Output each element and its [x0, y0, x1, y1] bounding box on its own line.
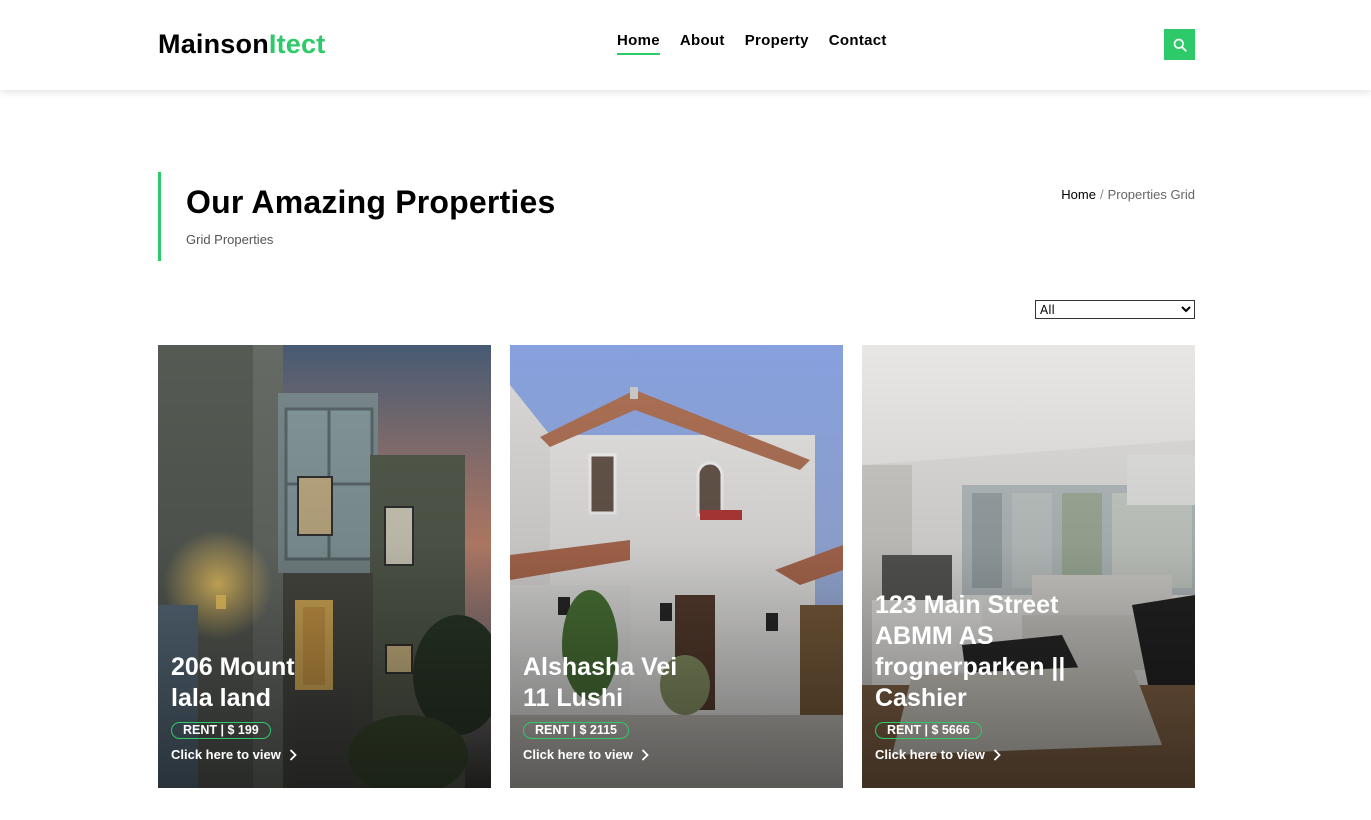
property-title[interactable]: 206 Mount lala land — [171, 652, 478, 714]
nav-about[interactable]: About — [680, 32, 725, 55]
page-title: Our Amazing Properties — [186, 184, 556, 220]
chevron-right-icon — [993, 748, 1001, 761]
property-title-line: 206 Mount — [171, 653, 295, 681]
breadcrumb-home[interactable]: Home — [1061, 187, 1096, 202]
view-link[interactable]: Click here to view — [523, 747, 830, 762]
page-subtitle: Grid Properties — [186, 232, 274, 247]
price-badge: RENT | $ 199 — [171, 722, 271, 739]
view-link-label: Click here to view — [171, 747, 281, 762]
property-title-line: frognerparken || — [875, 653, 1066, 681]
breadcrumb-separator: / — [1099, 187, 1104, 202]
page-intro: Our Amazing Properties Grid Properties — [158, 172, 556, 261]
search-button[interactable] — [1164, 29, 1195, 60]
chevron-right-icon — [289, 748, 297, 761]
property-title-line: ABMM AS — [875, 622, 994, 650]
brand-name-part2: Itect — [268, 29, 326, 59]
breadcrumb: Home / Properties Grid — [1061, 187, 1195, 202]
chevron-right-icon — [641, 748, 649, 761]
property-title-line: 11 Lushi — [523, 684, 624, 712]
search-icon — [1173, 38, 1187, 52]
breadcrumb-current: Properties Grid — [1107, 187, 1195, 202]
brand-name-part1: Mainson — [158, 29, 269, 59]
view-link-label: Click here to view — [875, 747, 985, 762]
view-link-label: Click here to view — [523, 747, 633, 762]
property-title-line: 123 Main Street — [875, 591, 1059, 619]
price-badge: RENT | $ 2115 — [523, 722, 630, 739]
property-title-line: Cashier — [875, 684, 967, 712]
card-info: Alshasha Vei 11 Lushi RENT | $ 2115 Clic… — [523, 652, 830, 762]
property-card[interactable]: 206 Mount lala land RENT | $ 199 Click h… — [158, 345, 491, 788]
price-badge: RENT | $ 5666 — [875, 722, 982, 739]
property-card[interactable]: Alshasha Vei 11 Lushi RENT | $ 2115 Clic… — [510, 345, 843, 788]
nav-contact[interactable]: Contact — [829, 32, 887, 55]
nav-property[interactable]: Property — [745, 32, 809, 55]
property-title-line: Alshasha Vei — [523, 653, 678, 681]
card-info: 206 Mount lala land RENT | $ 199 Click h… — [171, 652, 478, 762]
property-title[interactable]: 123 Main Street ABMM AS frognerparken ||… — [875, 590, 1182, 714]
view-link[interactable]: Click here to view — [171, 747, 478, 762]
property-title-line: lala land — [171, 684, 272, 712]
property-title[interactable]: Alshasha Vei 11 Lushi — [523, 652, 830, 714]
navbar: MainsonItect Home About Property Contact — [0, 0, 1371, 90]
card-info: 123 Main Street ABMM AS frognerparken ||… — [875, 590, 1182, 762]
nav-home[interactable]: Home — [617, 32, 660, 55]
brand-logo[interactable]: MainsonItect — [158, 29, 325, 60]
property-card[interactable]: 123 Main Street ABMM AS frognerparken ||… — [862, 345, 1195, 788]
property-filter-select[interactable]: All — [1035, 300, 1195, 319]
main-nav: Home About Property Contact — [617, 32, 887, 55]
view-link[interactable]: Click here to view — [875, 747, 1182, 762]
